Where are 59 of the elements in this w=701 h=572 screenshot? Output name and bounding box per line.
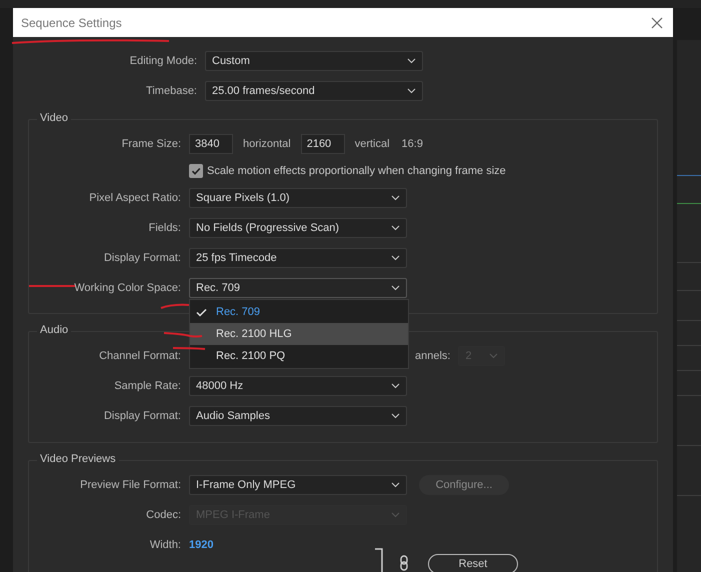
field-label: Frame Size: <box>122 138 181 150</box>
width-value[interactable]: 1920 <box>189 539 214 551</box>
unit-label: horizontal <box>243 138 291 150</box>
field-label: Preview File Format: <box>80 479 181 491</box>
field-label: Working Color Space: <box>74 282 181 294</box>
height-input[interactable]: 2160 <box>300 134 345 154</box>
group-title: Video Previews <box>37 453 119 465</box>
annotation-line <box>160 303 190 310</box>
chevron-icon <box>391 225 400 231</box>
annotation-line <box>172 346 206 351</box>
field-label: Editing Mode: <box>130 55 197 67</box>
dropdown[interactable]: 48000 Hz <box>189 376 407 396</box>
chevron-icon <box>391 195 400 201</box>
chevron-icon <box>489 353 498 359</box>
group-title: Audio <box>37 324 72 336</box>
check-icon <box>190 165 202 177</box>
dialog-title: Sequence Settings <box>21 16 122 30</box>
field-label: Timebase: <box>146 85 197 97</box>
menu-option[interactable]: Rec. 709 <box>190 301 408 323</box>
chevron-icon <box>391 512 400 518</box>
group-title: Video <box>37 112 71 124</box>
unit-label: vertical <box>354 138 390 150</box>
chevron-icon <box>407 58 416 64</box>
field-label: Sample Rate: <box>114 380 181 392</box>
field-label: Width: <box>150 539 181 551</box>
chevron-icon <box>391 255 400 261</box>
dropdown[interactable]: Rec. 709 <box>189 278 407 298</box>
menu-option[interactable]: Rec. 2100 PQ <box>190 345 408 367</box>
chevron-icon <box>391 383 400 389</box>
dropdown[interactable]: Audio Samples <box>189 406 407 426</box>
dropdown[interactable]: Square Pixels (1.0) <box>189 188 407 208</box>
checkbox-label: Scale motion effects proportionally when changing frame size <box>207 165 506 177</box>
chevron-icon <box>391 482 400 488</box>
field-label: Channel Format: <box>99 350 181 362</box>
chevron-icon <box>391 413 400 419</box>
field-label: Display Format: <box>104 252 181 264</box>
chevron-icon <box>391 285 400 291</box>
dropdown[interactable]: No Fields (Progressive Scan) <box>189 218 407 238</box>
annotation-line <box>163 331 203 338</box>
menu-option[interactable]: Rec. 2100 HLG <box>190 323 408 345</box>
field-label: Fields: <box>148 222 181 234</box>
annotation-line <box>28 284 76 288</box>
close-icon[interactable] <box>651 16 663 28</box>
checkbox[interactable] <box>189 164 203 178</box>
width-input[interactable]: 3840 <box>189 134 233 154</box>
field-label: annels: <box>415 350 450 362</box>
dropdown[interactable]: 25 fps Timecode <box>189 248 407 268</box>
field-label: Pixel Aspect Ratio: <box>89 192 181 204</box>
dropdown[interactable]: Custom <box>205 51 423 71</box>
field-label: Display Format: <box>104 410 181 422</box>
dropdown[interactable]: 25.00 frames/second <box>205 81 423 101</box>
reset-button[interactable]: Reset <box>428 554 518 572</box>
aspect-ratio-label: 16:9 <box>402 138 423 150</box>
field-label: Codec: <box>146 509 181 521</box>
dropdown[interactable]: I-Frame Only MPEG <box>189 475 407 495</box>
bracket-icon <box>374 548 384 572</box>
check-icon <box>196 308 207 316</box>
chevron-icon <box>407 88 416 94</box>
link-icon[interactable] <box>400 555 408 571</box>
